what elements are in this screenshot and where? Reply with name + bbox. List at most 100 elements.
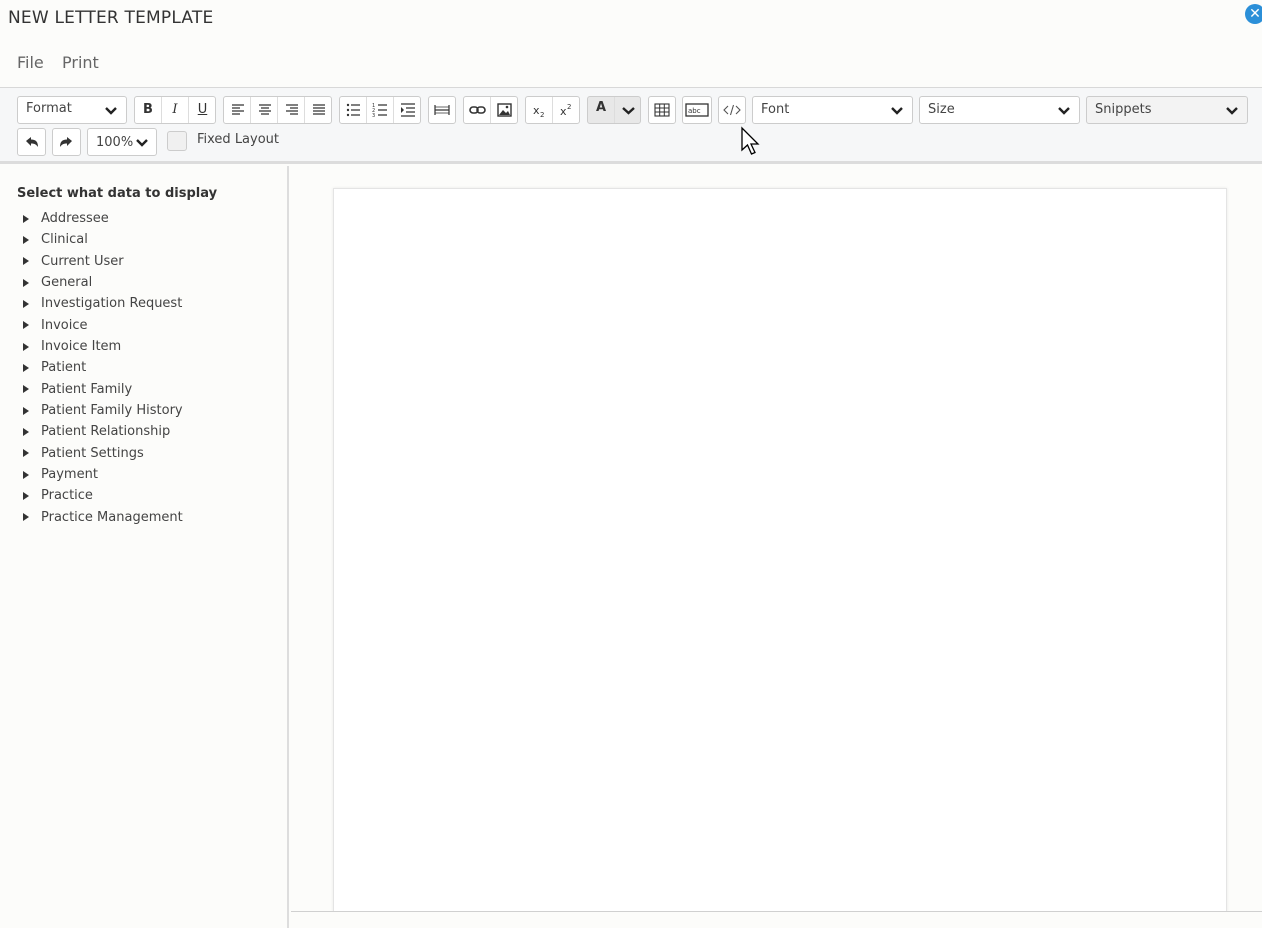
tree-item-label: Patient Family History [41, 403, 183, 419]
menu-file[interactable]: File [17, 53, 44, 72]
expand-triangle-icon[interactable] [23, 321, 29, 330]
zoom-select-label: 100% [96, 135, 134, 150]
expand-triangle-icon[interactable] [23, 299, 29, 308]
expand-triangle-icon[interactable] [23, 449, 29, 458]
chevron-down-icon [622, 107, 635, 115]
font-color-dropdown[interactable] [615, 97, 642, 123]
source-code-button[interactable] [718, 96, 746, 124]
tree-item-payment[interactable]: Payment [20, 464, 183, 485]
link-button[interactable] [464, 97, 491, 123]
tree-item-patient[interactable]: Patient [20, 357, 183, 378]
underline-button[interactable]: U [189, 97, 216, 123]
size-select-label: Size [928, 102, 955, 117]
expand-triangle-icon[interactable] [23, 427, 29, 436]
redo-button[interactable] [52, 128, 81, 156]
expand-triangle-icon[interactable] [23, 235, 29, 244]
format-select-label: Format [26, 101, 72, 116]
tree-item-label: Current User [41, 253, 124, 269]
menu-print[interactable]: Print [62, 53, 99, 72]
align-right-button[interactable] [278, 97, 305, 123]
italic-button[interactable]: I [162, 97, 189, 123]
expand-triangle-icon[interactable] [23, 257, 29, 266]
tree-item-addressee[interactable]: Addressee [20, 208, 183, 229]
horizontal-rule-icon [434, 105, 450, 115]
align-group [223, 96, 332, 124]
redo-icon [60, 137, 72, 147]
tree-item-patient-family-history[interactable]: Patient Family History [20, 400, 183, 421]
svg-text:3: 3 [372, 113, 375, 119]
bold-button[interactable]: B [135, 97, 162, 123]
font-color-button[interactable]: A [588, 97, 615, 123]
superscript-button[interactable]: x2 [553, 97, 580, 123]
expand-triangle-icon[interactable] [23, 513, 29, 522]
format-select[interactable]: Format [17, 96, 127, 124]
tree-item-practice-management[interactable]: Practice Management [20, 507, 183, 528]
tree-item-current-user[interactable]: Current User [20, 251, 183, 272]
chevron-down-icon [1058, 107, 1070, 115]
superscript-icon: x2 [560, 103, 571, 118]
expand-triangle-icon[interactable] [23, 342, 29, 351]
sidebar-heading: Select what data to display [17, 186, 218, 201]
tree-item-label: Patient [41, 360, 87, 376]
tree-item-invoice[interactable]: Invoice [20, 315, 183, 336]
undo-button[interactable] [17, 128, 46, 156]
align-center-button[interactable] [251, 97, 278, 123]
expand-triangle-icon[interactable] [23, 385, 29, 394]
font-color-group: A [587, 96, 641, 124]
indent-button[interactable] [394, 97, 421, 123]
align-center-icon [259, 104, 271, 115]
tree-item-patient-relationship[interactable]: Patient Relationship [20, 421, 183, 442]
tree-item-label: Practice Management [41, 509, 183, 525]
align-right-icon [286, 104, 298, 115]
text-style-group: B I U [134, 96, 216, 124]
tree-item-general[interactable]: General [20, 272, 183, 293]
snippets-select-label: Snippets [1095, 102, 1152, 117]
tree-item-patient-settings[interactable]: Patient Settings [20, 443, 183, 464]
size-select[interactable]: Size [919, 96, 1080, 124]
image-button[interactable] [491, 97, 518, 123]
text-field-button[interactable]: abc [682, 96, 712, 124]
data-sidebar: Select what data to display Addressee Cl… [0, 166, 289, 928]
tree-item-label: Payment [41, 467, 98, 483]
expand-triangle-icon[interactable] [23, 406, 29, 415]
bullet-list-button[interactable] [340, 97, 367, 123]
data-tree: Addressee Clinical Current User General … [20, 208, 183, 528]
numbered-list-button[interactable]: 123 [367, 97, 394, 123]
tree-item-investigation-request[interactable]: Investigation Request [20, 293, 183, 314]
close-icon[interactable]: ✕ [1245, 4, 1262, 24]
expand-triangle-icon[interactable] [23, 278, 29, 287]
svg-text:x: x [560, 105, 567, 118]
expand-triangle-icon[interactable] [23, 214, 29, 223]
zoom-select[interactable]: 100% [87, 128, 157, 156]
expand-triangle-icon[interactable] [23, 491, 29, 500]
insert-group [463, 96, 518, 124]
table-button[interactable] [648, 96, 676, 124]
tree-item-practice[interactable]: Practice [20, 485, 183, 506]
svg-text:2: 2 [540, 111, 544, 119]
tree-item-label: Addressee [41, 211, 109, 227]
fixed-layout-label: Fixed Layout [197, 132, 280, 147]
document-page[interactable] [333, 188, 1227, 912]
horizontal-rule-button[interactable] [428, 96, 456, 124]
snippets-select[interactable]: Snippets [1086, 96, 1248, 124]
chevron-down-icon [136, 139, 148, 147]
bullet-list-icon [346, 103, 360, 117]
tree-item-patient-family[interactable]: Patient Family [20, 379, 183, 400]
editor-toolbar: Format B I U 123 x 2 x 2 A abc Font Size… [0, 87, 1262, 164]
justify-icon [313, 104, 325, 115]
expand-triangle-icon[interactable] [23, 470, 29, 479]
tree-item-invoice-item[interactable]: Invoice Item [20, 336, 183, 357]
list-group: 123 [339, 96, 421, 124]
undo-icon [26, 137, 38, 147]
window-title: NEW LETTER TEMPLATE [8, 8, 214, 28]
subscript-button[interactable]: x2 [526, 97, 553, 123]
fixed-layout-checkbox[interactable] [167, 131, 187, 151]
expand-triangle-icon[interactable] [23, 363, 29, 372]
font-select-label: Font [761, 102, 790, 117]
justify-button[interactable] [305, 97, 332, 123]
font-select[interactable]: Font [752, 96, 913, 124]
tree-item-clinical[interactable]: Clinical [20, 229, 183, 250]
tree-item-label: Patient Settings [41, 445, 144, 461]
svg-text:abc: abc [688, 107, 701, 115]
align-left-button[interactable] [224, 97, 251, 123]
